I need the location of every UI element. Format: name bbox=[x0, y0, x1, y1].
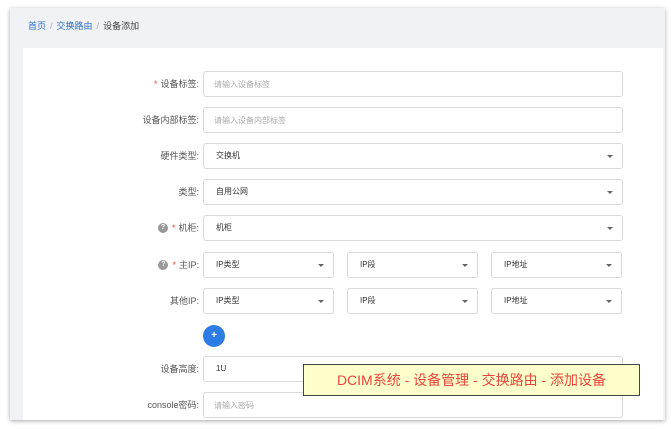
device-height-value: 1U bbox=[216, 364, 227, 373]
device-tag-input[interactable] bbox=[204, 72, 622, 96]
help-icon[interactable]: ? bbox=[157, 222, 168, 233]
console-password-input[interactable] bbox=[204, 393, 622, 417]
breadcrumb-current: 设备添加 bbox=[103, 21, 140, 31]
chevron-down-icon bbox=[606, 300, 612, 303]
hardware-type-select[interactable]: 交换机 bbox=[203, 143, 623, 169]
chevron-down-icon bbox=[607, 155, 613, 158]
type-label: 类型: bbox=[178, 187, 199, 197]
console-password-label: console密码: bbox=[147, 400, 199, 410]
other-ip-address-value: IP地址 bbox=[504, 296, 528, 305]
breadcrumb-section[interactable]: 交换路由 bbox=[57, 21, 93, 31]
other-ip-segment-select[interactable]: IP段 bbox=[347, 288, 478, 314]
breadcrumb-home[interactable]: 首页 bbox=[28, 21, 46, 31]
app-frame: 首页/交换路由/设备添加 *设备标签: 设备内部标签: 硬件类型: 交换机 类型… bbox=[10, 8, 665, 420]
main-ip-segment-select[interactable]: IP段 bbox=[347, 252, 478, 278]
cabinet-value: 机柜 bbox=[216, 223, 232, 232]
other-ip-type-value: IP类型 bbox=[216, 296, 240, 305]
internal-tag-row: 设备内部标签: bbox=[23, 107, 663, 133]
chevron-down-icon bbox=[318, 300, 324, 303]
other-ip-segment-value: IP段 bbox=[360, 296, 376, 305]
chevron-down-icon bbox=[607, 227, 613, 230]
chevron-down-icon bbox=[606, 264, 612, 267]
type-select[interactable]: 自用公网 bbox=[203, 179, 623, 205]
main-ip-address-select[interactable]: IP地址 bbox=[491, 252, 622, 278]
main-ip-row: ? * 主IP: IP类型 IP段 IP地址 bbox=[23, 252, 663, 278]
internal-tag-field[interactable] bbox=[203, 107, 623, 133]
type-value: 自用公网 bbox=[216, 187, 248, 196]
chevron-down-icon bbox=[607, 191, 613, 194]
hardware-type-label: 硬件类型: bbox=[160, 151, 199, 161]
add-ip-button[interactable]: + bbox=[203, 325, 225, 347]
cabinet-label: ? * 机柜: bbox=[157, 215, 199, 241]
device-tag-row: * 设备标签: bbox=[23, 71, 663, 97]
main-ip-segment-value: IP段 bbox=[360, 260, 376, 269]
breadcrumb-separator: / bbox=[50, 21, 53, 31]
hardware-type-row: 硬件类型: 交换机 bbox=[23, 143, 663, 169]
main-ip-label: ? * 主IP: bbox=[158, 252, 199, 278]
internal-tag-input[interactable] bbox=[204, 108, 622, 132]
type-row: 类型: 自用公网 bbox=[23, 179, 663, 205]
cabinet-select[interactable]: 机柜 bbox=[203, 215, 623, 241]
internal-tag-label: 设备内部标签: bbox=[142, 115, 199, 125]
breadcrumb-separator: / bbox=[96, 21, 100, 31]
other-ip-type-select[interactable]: IP类型 bbox=[203, 288, 334, 314]
device-tag-label: * 设备标签: bbox=[153, 79, 199, 89]
hardware-type-value: 交换机 bbox=[216, 151, 240, 160]
other-ip-label: 其他IP: bbox=[169, 296, 199, 306]
device-height-label: 设备高度: bbox=[160, 364, 199, 374]
chevron-down-icon bbox=[462, 264, 468, 267]
required-mark: * bbox=[172, 260, 176, 270]
chevron-down-icon bbox=[462, 300, 468, 303]
chevron-down-icon bbox=[318, 264, 324, 267]
main-ip-type-value: IP类型 bbox=[216, 260, 240, 269]
other-ip-address-select[interactable]: IP地址 bbox=[491, 288, 622, 314]
help-icon[interactable]: ? bbox=[158, 259, 169, 270]
caption-banner: DCIM系统 - 设备管理 - 交换路由 - 添加设备 bbox=[303, 364, 640, 396]
breadcrumb: 首页 / 交换路由 / 设备添加 bbox=[28, 20, 139, 32]
cabinet-row: ? * 机柜: 机柜 bbox=[23, 215, 663, 241]
main-ip-type-select[interactable]: IP类型 bbox=[203, 252, 334, 278]
other-ip-row: 其他IP: IP类型 IP段 IP地址 bbox=[23, 288, 663, 314]
required-mark: * bbox=[153, 79, 158, 89]
main-ip-address-value: IP地址 bbox=[504, 260, 528, 269]
required-mark: * bbox=[171, 223, 176, 233]
device-tag-field[interactable] bbox=[203, 71, 623, 97]
